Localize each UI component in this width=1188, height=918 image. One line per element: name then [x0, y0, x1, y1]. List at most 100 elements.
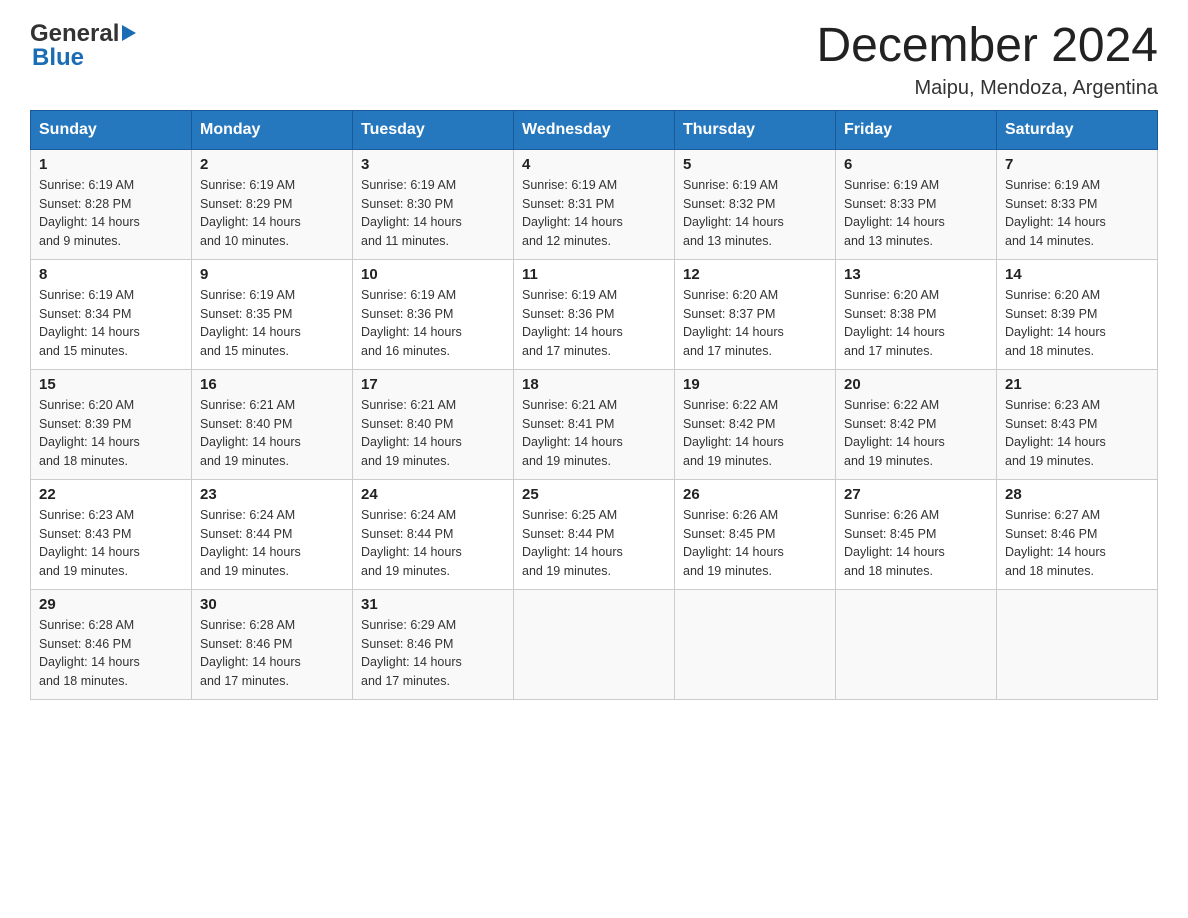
day-info: Sunrise: 6:24 AMSunset: 8:44 PMDaylight:…: [361, 506, 505, 581]
day-info: Sunrise: 6:20 AMSunset: 8:39 PMDaylight:…: [1005, 286, 1149, 361]
day-header-thursday: Thursday: [675, 110, 836, 149]
day-number: 31: [361, 596, 505, 613]
day-number: 7: [1005, 156, 1149, 173]
day-number: 11: [522, 266, 666, 283]
day-info: Sunrise: 6:28 AMSunset: 8:46 PMDaylight:…: [39, 616, 183, 691]
calendar-cell: 5 Sunrise: 6:19 AMSunset: 8:32 PMDaylight…: [675, 149, 836, 259]
day-info: Sunrise: 6:19 AMSunset: 8:31 PMDaylight:…: [522, 176, 666, 251]
week-row-4: 22 Sunrise: 6:23 AMSunset: 8:43 PMDayligh…: [31, 479, 1158, 589]
calendar-cell: 13Sunrise: 6:20 AMSunset: 8:38 PMDayligh…: [836, 259, 997, 369]
calendar-cell: 26 Sunrise: 6:26 AMSunset: 8:45 PMDayligh…: [675, 479, 836, 589]
day-info: Sunrise: 6:26 AMSunset: 8:45 PMDaylight:…: [683, 506, 827, 581]
calendar-cell: [836, 589, 997, 699]
calendar-cell: 11Sunrise: 6:19 AMSunset: 8:36 PMDayligh…: [514, 259, 675, 369]
day-info: Sunrise: 6:23 AMSunset: 8:43 PMDaylight:…: [39, 506, 183, 581]
calendar-cell: 27Sunrise: 6:26 AMSunset: 8:45 PMDayligh…: [836, 479, 997, 589]
page-header: General Blue December 2024 Maipu, Mendoz…: [30, 20, 1158, 100]
day-number: 10: [361, 266, 505, 283]
logo: General Blue: [30, 20, 142, 72]
calendar-cell: 18Sunrise: 6:21 AMSunset: 8:41 PMDayligh…: [514, 369, 675, 479]
calendar-cell: 4 Sunrise: 6:19 AMSunset: 8:31 PMDaylight…: [514, 149, 675, 259]
day-info: Sunrise: 6:21 AMSunset: 8:40 PMDaylight:…: [361, 396, 505, 471]
day-number: 15: [39, 376, 183, 393]
calendar-cell: [675, 589, 836, 699]
calendar-cell: 28 Sunrise: 6:27 AMSunset: 8:46 PMDayligh…: [997, 479, 1158, 589]
day-number: 6: [844, 156, 988, 173]
calendar-cell: 1 Sunrise: 6:19 AMSunset: 8:28 PMDaylight…: [31, 149, 192, 259]
day-number: 5: [683, 156, 827, 173]
day-info: Sunrise: 6:19 AMSunset: 8:34 PMDaylight:…: [39, 286, 183, 361]
day-number: 20: [844, 376, 988, 393]
day-number: 29: [39, 596, 183, 613]
calendar-cell: 15 Sunrise: 6:20 AMSunset: 8:39 PMDayligh…: [31, 369, 192, 479]
day-info: Sunrise: 6:19 AMSunset: 8:33 PMDaylight:…: [844, 176, 988, 251]
logo-arrow: [122, 23, 142, 48]
day-info: Sunrise: 6:20 AMSunset: 8:37 PMDaylight:…: [683, 286, 827, 361]
day-number: 12: [683, 266, 827, 283]
day-number: 17: [361, 376, 505, 393]
calendar-cell: 24Sunrise: 6:24 AMSunset: 8:44 PMDayligh…: [353, 479, 514, 589]
calendar-cell: 30 Sunrise: 6:28 AMSunset: 8:46 PMDayligh…: [192, 589, 353, 699]
day-number: 13: [844, 266, 988, 283]
day-info: Sunrise: 6:29 AMSunset: 8:46 PMDaylight:…: [361, 616, 505, 691]
day-info: Sunrise: 6:19 AMSunset: 8:32 PMDaylight:…: [683, 176, 827, 251]
week-row-2: 8 Sunrise: 6:19 AMSunset: 8:34 PMDaylight…: [31, 259, 1158, 369]
day-info: Sunrise: 6:24 AMSunset: 8:44 PMDaylight:…: [200, 506, 344, 581]
month-title: December 2024: [816, 20, 1158, 73]
day-info: Sunrise: 6:19 AMSunset: 8:36 PMDaylight:…: [361, 286, 505, 361]
week-row-5: 29 Sunrise: 6:28 AMSunset: 8:46 PMDayligh…: [31, 589, 1158, 699]
calendar-cell: 21 Sunrise: 6:23 AMSunset: 8:43 PMDayligh…: [997, 369, 1158, 479]
day-info: Sunrise: 6:19 AMSunset: 8:29 PMDaylight:…: [200, 176, 344, 251]
calendar-cell: 14 Sunrise: 6:20 AMSunset: 8:39 PMDayligh…: [997, 259, 1158, 369]
day-info: Sunrise: 6:20 AMSunset: 8:39 PMDaylight:…: [39, 396, 183, 471]
day-number: 21: [1005, 376, 1149, 393]
calendar-cell: 17 Sunrise: 6:21 AMSunset: 8:40 PMDayligh…: [353, 369, 514, 479]
day-header-saturday: Saturday: [997, 110, 1158, 149]
calendar-cell: 23 Sunrise: 6:24 AMSunset: 8:44 PMDayligh…: [192, 479, 353, 589]
day-info: Sunrise: 6:22 AMSunset: 8:42 PMDaylight:…: [683, 396, 827, 471]
day-number: 22: [39, 486, 183, 503]
day-info: Sunrise: 6:26 AMSunset: 8:45 PMDaylight:…: [844, 506, 988, 581]
day-number: 1: [39, 156, 183, 173]
day-number: 8: [39, 266, 183, 283]
day-header-monday: Monday: [192, 110, 353, 149]
day-info: Sunrise: 6:19 AMSunset: 8:33 PMDaylight:…: [1005, 176, 1149, 251]
day-info: Sunrise: 6:22 AMSunset: 8:42 PMDaylight:…: [844, 396, 988, 471]
day-number: 3: [361, 156, 505, 173]
day-number: 16: [200, 376, 344, 393]
calendar-cell: 16Sunrise: 6:21 AMSunset: 8:40 PMDayligh…: [192, 369, 353, 479]
calendar-table: SundayMondayTuesdayWednesdayThursdayFrid…: [30, 110, 1158, 700]
day-number: 2: [200, 156, 344, 173]
week-row-1: 1 Sunrise: 6:19 AMSunset: 8:28 PMDaylight…: [31, 149, 1158, 259]
day-info: Sunrise: 6:19 AMSunset: 8:28 PMDaylight:…: [39, 176, 183, 251]
title-block: December 2024 Maipu, Mendoza, Argentina: [816, 20, 1158, 100]
day-info: Sunrise: 6:27 AMSunset: 8:46 PMDaylight:…: [1005, 506, 1149, 581]
day-number: 23: [200, 486, 344, 503]
day-info: Sunrise: 6:19 AMSunset: 8:35 PMDaylight:…: [200, 286, 344, 361]
day-info: Sunrise: 6:28 AMSunset: 8:46 PMDaylight:…: [200, 616, 344, 691]
day-info: Sunrise: 6:25 AMSunset: 8:44 PMDaylight:…: [522, 506, 666, 581]
calendar-cell: 22 Sunrise: 6:23 AMSunset: 8:43 PMDayligh…: [31, 479, 192, 589]
day-info: Sunrise: 6:21 AMSunset: 8:41 PMDaylight:…: [522, 396, 666, 471]
calendar-cell: 6 Sunrise: 6:19 AMSunset: 8:33 PMDaylight…: [836, 149, 997, 259]
calendar-cell: 2 Sunrise: 6:19 AMSunset: 8:29 PMDaylight…: [192, 149, 353, 259]
calendar-cell: 25 Sunrise: 6:25 AMSunset: 8:44 PMDayligh…: [514, 479, 675, 589]
day-info: Sunrise: 6:23 AMSunset: 8:43 PMDaylight:…: [1005, 396, 1149, 471]
calendar-cell: [514, 589, 675, 699]
day-number: 30: [200, 596, 344, 613]
calendar-cell: 8 Sunrise: 6:19 AMSunset: 8:34 PMDaylight…: [31, 259, 192, 369]
day-number: 28: [1005, 486, 1149, 503]
calendar-cell: 10 Sunrise: 6:19 AMSunset: 8:36 PMDayligh…: [353, 259, 514, 369]
day-number: 4: [522, 156, 666, 173]
day-number: 25: [522, 486, 666, 503]
day-number: 19: [683, 376, 827, 393]
location-title: Maipu, Mendoza, Argentina: [816, 77, 1158, 100]
calendar-cell: 20 Sunrise: 6:22 AMSunset: 8:42 PMDayligh…: [836, 369, 997, 479]
calendar-cell: 7 Sunrise: 6:19 AMSunset: 8:33 PMDaylight…: [997, 149, 1158, 259]
day-number: 26: [683, 486, 827, 503]
day-header-friday: Friday: [836, 110, 997, 149]
week-row-3: 15 Sunrise: 6:20 AMSunset: 8:39 PMDayligh…: [31, 369, 1158, 479]
day-number: 14: [1005, 266, 1149, 283]
day-number: 9: [200, 266, 344, 283]
day-header-sunday: Sunday: [31, 110, 192, 149]
